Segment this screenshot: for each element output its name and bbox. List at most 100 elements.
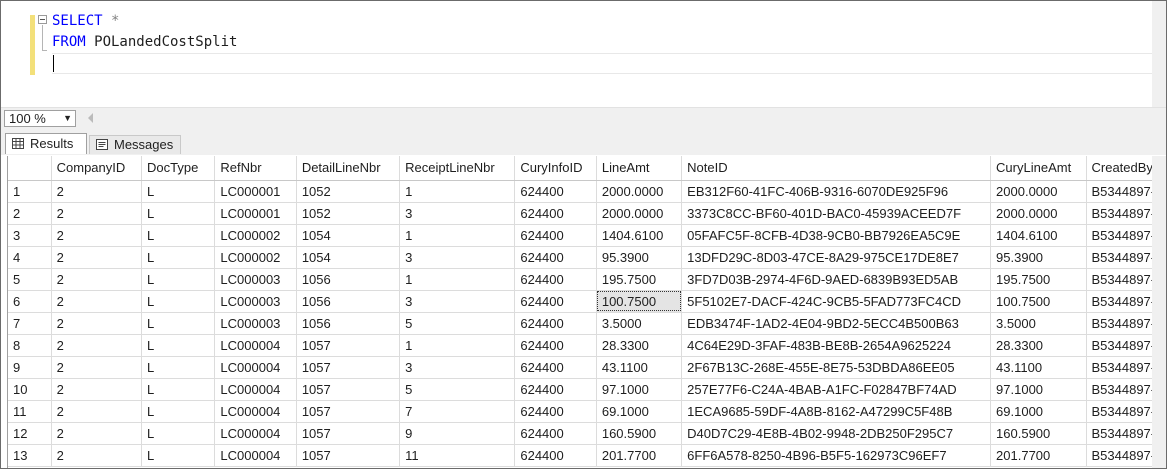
grid-cell[interactable]: 97.1000 <box>596 378 683 401</box>
grid-cell[interactable]: 5 <box>399 312 516 335</box>
grid-cell[interactable]: L <box>141 246 216 269</box>
grid-cell[interactable]: 7 <box>399 400 516 423</box>
grid-cell[interactable]: 2000.0000 <box>990 180 1087 203</box>
grid-cell[interactable]: L <box>141 444 216 467</box>
row-number[interactable]: 7 <box>8 312 52 335</box>
grid-cell[interactable]: L <box>141 224 216 247</box>
grid-cell[interactable]: 3.5000 <box>990 312 1087 335</box>
code-line-1[interactable]: SELECT * <box>52 11 119 31</box>
table-row[interactable]: 10 2 L LC000004 1057 5 624400 97.1000 257E77F6-C… <box>8 378 1166 401</box>
grid-cell[interactable]: 5F5102E7-DACF-424C-9CB5-5FAD773FC4CD <box>681 290 992 313</box>
grid-cell[interactable]: 1 <box>399 268 516 291</box>
grid-cell[interactable]: 2000.0000 <box>990 202 1087 225</box>
row-number[interactable]: 6 <box>8 290 52 313</box>
grid-cell[interactable]: 1057 <box>296 356 401 379</box>
grid-cell[interactable]: LC000002 <box>214 224 297 247</box>
grid-cell[interactable]: LC000004 <box>214 356 297 379</box>
grid-cell[interactable]: 257E77F6-C24A-4BAB-A1FC-F02847BF74AD <box>681 378 992 401</box>
code-line-2[interactable]: FROM POLandedCostSplit <box>52 32 237 52</box>
grid-cell[interactable]: 624400 <box>514 224 597 247</box>
grid-cell[interactable]: 3.5000 <box>596 312 683 335</box>
grid-cell[interactable]: 2F67B13C-268E-455E-8E75-53DBDA86EE05 <box>681 356 992 379</box>
grid-cell[interactable]: 624400 <box>514 444 597 467</box>
grid-cell[interactable]: 95.3900 <box>990 246 1087 269</box>
query-editor[interactable]: SELECT * FROM POLandedCostSplit <box>1 1 1166 107</box>
grid-cell[interactable]: 624400 <box>514 268 597 291</box>
grid-vertical-scrollbar[interactable] <box>1152 156 1166 468</box>
column-header-lineamt[interactable]: LineAmt <box>596 156 683 181</box>
grid-cell[interactable]: D40D7C29-4E8B-4B02-9948-2DB250F295C7 <box>681 422 992 445</box>
grid-cell[interactable]: LC000001 <box>214 202 297 225</box>
editor-vertical-scrollbar[interactable] <box>1152 1 1166 107</box>
table-row[interactable]: 1 2 L LC000001 1052 1 624400 2000.0000 EB312F60-… <box>8 180 1166 203</box>
row-number[interactable]: 5 <box>8 268 52 291</box>
grid-cell[interactable]: 2 <box>51 202 143 225</box>
grid-cell[interactable]: 2 <box>51 444 143 467</box>
grid-cell[interactable]: 11 <box>399 444 516 467</box>
grid-cell[interactable]: 9 <box>399 422 516 445</box>
grid-cell[interactable]: 28.3300 <box>990 334 1087 357</box>
row-number[interactable]: 10 <box>8 378 52 401</box>
grid-cell[interactable]: 05FAFC5F-8CFB-4D38-9CB0-BB7926EA5C9E <box>681 224 992 247</box>
grid-cell[interactable]: 2 <box>51 334 143 357</box>
row-number[interactable]: 12 <box>8 422 52 445</box>
grid-cell[interactable]: 1 <box>399 180 516 203</box>
grid-cell[interactable]: 624400 <box>514 400 597 423</box>
grid-cell[interactable]: 1052 <box>296 202 401 225</box>
grid-cell[interactable]: 2 <box>51 246 143 269</box>
grid-cell[interactable]: 1ECA9685-59DF-4A8B-8162-A47299C5F48B <box>681 400 992 423</box>
grid-cell[interactable]: 13DFD29C-8D03-47CE-8A29-975CE17DE8E7 <box>681 246 992 269</box>
grid-cell[interactable]: 1404.6100 <box>596 224 683 247</box>
column-header-companyid[interactable]: CompanyID <box>51 156 143 181</box>
grid-cell[interactable]: 2 <box>51 268 143 291</box>
grid-cell[interactable]: 1056 <box>296 290 401 313</box>
row-number[interactable]: 8 <box>8 334 52 357</box>
grid-cell[interactable]: 624400 <box>514 246 597 269</box>
grid-cell[interactable]: LC000003 <box>214 312 297 335</box>
grid-cell[interactable]: 195.7500 <box>596 268 683 291</box>
grid-cell[interactable]: LC000004 <box>214 422 297 445</box>
grid-cell[interactable]: 3 <box>399 246 516 269</box>
grid-cell[interactable]: 1057 <box>296 334 401 357</box>
grid-cell[interactable]: EB312F60-41FC-406B-9316-6070DE925F96 <box>681 180 992 203</box>
table-row[interactable]: 4 2 L LC000002 1054 3 624400 95.3900 13DFD29C-8D… <box>8 246 1166 269</box>
grid-cell[interactable]: L <box>141 400 216 423</box>
grid-cell[interactable]: L <box>141 378 216 401</box>
results-grid[interactable]: CompanyID DocType RefNbr DetailLineNbr Recei… <box>7 156 1166 468</box>
grid-cell[interactable]: 2 <box>51 224 143 247</box>
grid-cell[interactable]: 95.3900 <box>596 246 683 269</box>
row-number[interactable]: 13 <box>8 444 52 467</box>
grid-cell[interactable]: 201.7700 <box>990 444 1087 467</box>
grid-cell[interactable]: 2 <box>51 400 143 423</box>
grid-cell[interactable]: L <box>141 180 216 203</box>
grid-cell[interactable]: 3FD7D03B-2974-4F6D-9AED-6839B93ED5AB <box>681 268 992 291</box>
grid-cell[interactable]: 1054 <box>296 224 401 247</box>
grid-cell[interactable]: 624400 <box>514 378 597 401</box>
table-row[interactable]: 7 2 L LC000003 1056 5 624400 3.5000 EDB3474F-1AD… <box>8 312 1166 335</box>
row-number[interactable]: 4 <box>8 246 52 269</box>
grid-cell[interactable]: 43.1100 <box>990 356 1087 379</box>
grid-cell[interactable]: 2 <box>51 290 143 313</box>
column-header-curyinfoid[interactable]: CuryInfoID <box>514 156 597 181</box>
grid-cell[interactable]: 160.5900 <box>990 422 1087 445</box>
table-row[interactable]: 2 2 L LC000001 1052 3 624400 2000.0000 3373C8CC-… <box>8 202 1166 225</box>
grid-cell[interactable]: LC000003 <box>214 290 297 313</box>
grid-cell[interactable]: LC000004 <box>214 400 297 423</box>
grid-cell[interactable]: 201.7700 <box>596 444 683 467</box>
grid-cell[interactable]: 1056 <box>296 312 401 335</box>
grid-cell[interactable]: 1054 <box>296 246 401 269</box>
grid-cell[interactable]: 43.1100 <box>596 356 683 379</box>
table-row[interactable]: 9 2 L LC000004 1057 3 624400 43.1100 2F67B13C-26… <box>8 356 1166 379</box>
grid-cell[interactable]: 1056 <box>296 268 401 291</box>
column-header-noteid[interactable]: NoteID <box>681 156 992 181</box>
row-number[interactable]: 2 <box>8 202 52 225</box>
zoom-select[interactable]: 100 % ▼ <box>4 110 76 127</box>
column-header-detaillinenbr[interactable]: DetailLineNbr <box>296 156 401 181</box>
grid-cell[interactable]: 624400 <box>514 356 597 379</box>
grid-cell[interactable]: L <box>141 312 216 335</box>
grid-cell[interactable]: 1057 <box>296 400 401 423</box>
column-header-refnbr[interactable]: RefNbr <box>214 156 297 181</box>
grid-cell[interactable]: 2000.0000 <box>596 180 683 203</box>
grid-cell[interactable]: 6FF6A578-8250-4B96-B5F5-162973C96EF7 <box>681 444 992 467</box>
row-number[interactable]: 3 <box>8 224 52 247</box>
